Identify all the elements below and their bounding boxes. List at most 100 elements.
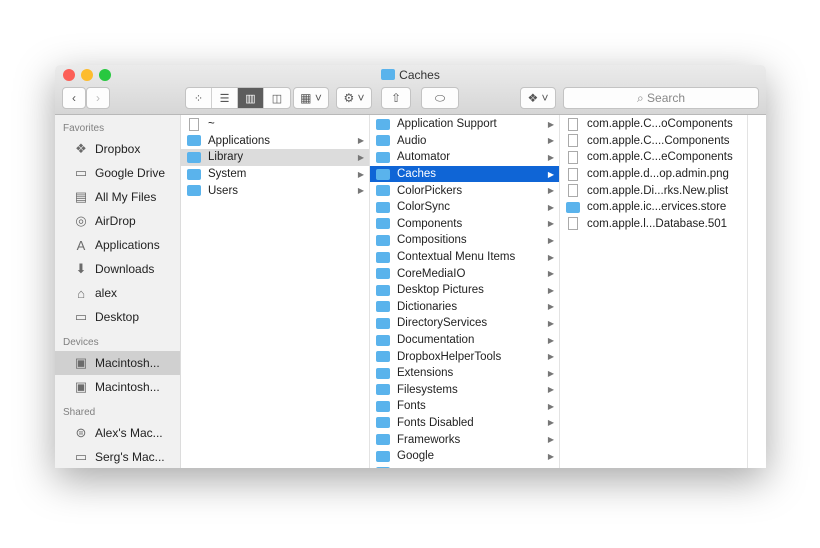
list-item[interactable]: Automator ▶	[370, 149, 559, 166]
sidebar-item-label: Serg's Mac...	[95, 450, 165, 464]
item-label: com.apple.C...oComponents	[587, 118, 733, 131]
search-input[interactable]: ⌕ Search	[563, 87, 759, 109]
list-item[interactable]: Contextual Menu Items ▶	[370, 249, 559, 266]
item-label: DirectoryServices	[397, 317, 488, 330]
list-item[interactable]: Fonts ▶	[370, 398, 559, 415]
sidebar-item[interactable]: ◎ AirDrop	[55, 209, 180, 233]
shared-header: Shared	[63, 407, 96, 418]
list-item[interactable]: com.apple.l...Database.501	[560, 216, 747, 233]
dropbox-button[interactable]: ❖ ˅	[520, 87, 556, 109]
list-view-button[interactable]: ☰	[212, 88, 238, 108]
disclosure-arrow-icon: ▶	[547, 352, 554, 362]
file-icon	[568, 167, 578, 181]
file-icon	[189, 117, 199, 131]
folder-icon	[376, 168, 390, 180]
list-item[interactable]: DropboxHelperTools ▶	[370, 348, 559, 365]
sidebar-item-icon: A	[76, 237, 86, 253]
folder-icon	[376, 118, 390, 130]
list-item[interactable]: Users ▶	[181, 182, 369, 199]
list-item[interactable]: com.apple.C...eComponents	[560, 149, 747, 166]
item-label: System	[208, 168, 247, 181]
sidebar-item[interactable]: ▭ Google Drive	[55, 161, 180, 185]
list-item[interactable]: Audio ▶	[370, 133, 559, 150]
sidebar-item[interactable]: ▭ Serg's Mac...	[55, 445, 180, 468]
item-label: com.apple.ic...ervices.store	[587, 201, 727, 214]
item-label: Audio	[397, 134, 427, 147]
list-item[interactable]: com.apple.Di...rks.New.plist	[560, 182, 747, 199]
folder-icon	[376, 251, 390, 263]
sidebar-item[interactable]: ⊜ Alex's Mac...	[55, 421, 180, 445]
list-item[interactable]: Components ▶	[370, 216, 559, 233]
list-item[interactable]: Library ▶	[181, 149, 369, 166]
sidebar-item[interactable]: A Applications	[55, 233, 180, 257]
list-item[interactable]: Application Support ▶	[370, 116, 559, 133]
item-label: CoreMediaIO	[397, 267, 466, 280]
list-item[interactable]: Desktop Pictures ▶	[370, 282, 559, 299]
folder-icon	[187, 151, 201, 163]
sidebar-item[interactable]: ⌂ alex	[55, 281, 180, 305]
sidebar-item[interactable]: ▣ Macintosh...	[55, 375, 180, 399]
sidebar-item[interactable]: ▭ Desktop	[55, 305, 180, 329]
list-item[interactable]: Fonts Disabled ▶	[370, 415, 559, 432]
share-button[interactable]: ⇧	[381, 87, 411, 109]
list-item[interactable]: Caches ▶	[370, 165, 559, 183]
folder-icon	[376, 334, 390, 346]
list-item[interactable]: com.apple.C....Components	[560, 133, 747, 150]
folder-icon	[376, 384, 390, 396]
list-item[interactable]: com.apple.ic...ervices.store	[560, 199, 747, 216]
sidebar-item-label: Google Drive	[95, 166, 166, 180]
item-label: Automator	[397, 151, 451, 164]
column-caches: com.apple.C...oComponents com.apple.C....…	[560, 115, 748, 468]
list-item[interactable]: CoreMediaIO ▶	[370, 265, 559, 282]
disclosure-arrow-icon: ▶	[357, 136, 364, 146]
disclosure-arrow-icon: ▶	[547, 252, 554, 262]
disclosure-arrow-icon: ▶	[547, 285, 554, 295]
tags-button[interactable]: ⬭	[421, 87, 459, 109]
sidebar-item-icon: ▭	[74, 165, 88, 180]
sidebar-item-icon: ▣	[74, 379, 88, 394]
list-item[interactable]: Documentation ▶	[370, 332, 559, 349]
folder-icon	[187, 135, 201, 147]
list-item[interactable]: Dictionaries ▶	[370, 299, 559, 316]
list-item[interactable]: Google ▶	[370, 448, 559, 465]
folder-icon	[376, 434, 390, 446]
back-button[interactable]: ‹	[62, 87, 86, 109]
item-label: com.apple.l...Database.501	[587, 217, 728, 230]
sidebar-item-icon: ⌂	[77, 285, 85, 301]
sidebar-item[interactable]: ⬇ Downloads	[55, 257, 180, 281]
coverflow-view-button[interactable]: ◫	[264, 88, 290, 108]
list-item[interactable]: ColorSync ▶	[370, 199, 559, 216]
action-gear-button[interactable]: ⚙ ˅	[336, 87, 372, 109]
list-item[interactable]: com.apple.C...oComponents	[560, 116, 747, 133]
folder-icon	[381, 69, 396, 80]
list-item[interactable]: Extensions ▶	[370, 365, 559, 382]
sidebar-item[interactable]: ▤ All My Files	[55, 185, 180, 209]
item-label: Caches	[397, 168, 436, 181]
disclosure-arrow-icon: ▶	[547, 152, 554, 162]
disclosure-arrow-icon: ▶	[547, 186, 554, 196]
list-item[interactable]: Applications ▶	[181, 133, 369, 150]
sidebar-item-icon: ⬇	[75, 261, 87, 276]
sidebar-item[interactable]: ❖ Dropbox	[55, 137, 180, 161]
disclosure-arrow-icon: ▶	[547, 401, 554, 411]
list-item[interactable]: Frameworks ▶	[370, 431, 559, 448]
list-item[interactable]: ColorPickers ▶	[370, 182, 559, 199]
sidebar-item[interactable]: ▣ Macintosh...	[55, 351, 180, 375]
forward-button[interactable]: ›	[86, 87, 110, 109]
list-item[interactable]: DirectoryServices ▶	[370, 315, 559, 332]
arrange-button[interactable]: ▦ ˅	[293, 87, 329, 109]
disclosure-arrow-icon: ▶	[547, 451, 554, 461]
column-view-button[interactable]: ▥	[238, 88, 264, 108]
list-item[interactable]: ▶	[370, 464, 559, 468]
list-item[interactable]: com.apple.d...op.admin.png	[560, 166, 747, 183]
icon-view-button[interactable]: ⁘	[186, 88, 212, 108]
folder-icon	[376, 185, 390, 197]
list-item[interactable]: System ▶	[181, 166, 369, 183]
item-label: Compositions	[397, 234, 467, 247]
sidebar-item-icon: ◎	[75, 213, 87, 228]
list-item[interactable]: Filesystems ▶	[370, 382, 559, 399]
list-item[interactable]: Compositions ▶	[370, 232, 559, 249]
item-label: Users	[208, 184, 239, 197]
list-item[interactable]: ~	[181, 116, 369, 133]
folder-icon	[376, 201, 390, 213]
